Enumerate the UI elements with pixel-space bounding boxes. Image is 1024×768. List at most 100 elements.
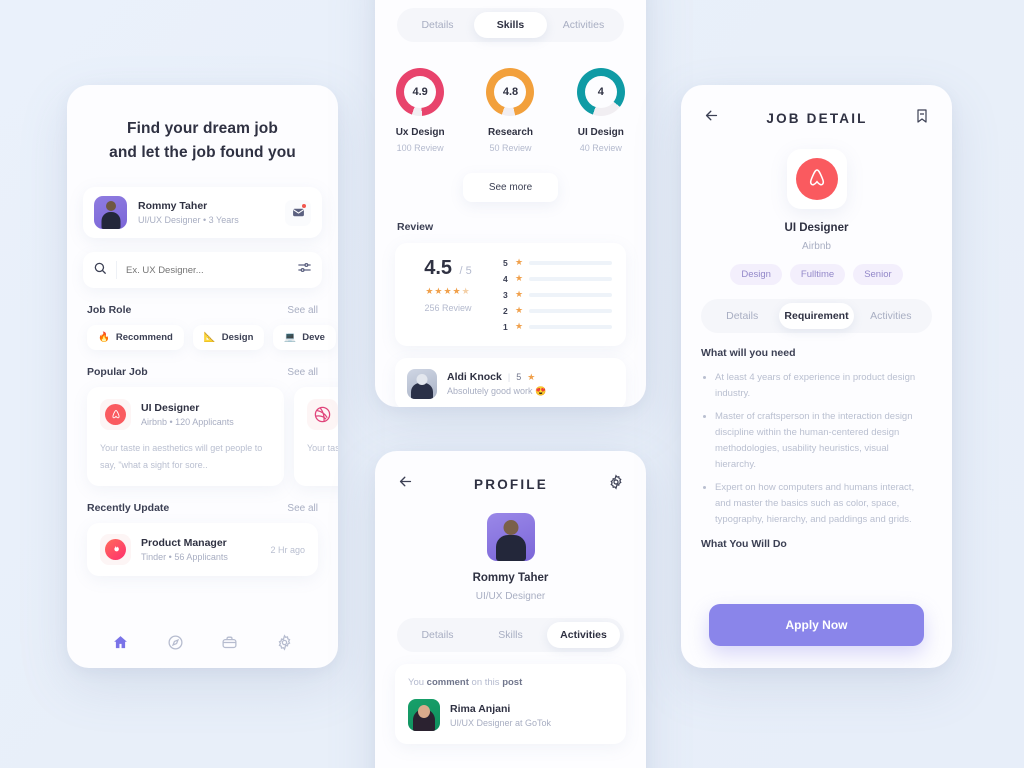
activity-line: You comment on this post <box>408 677 613 688</box>
job-detail-topbar: JOB DETAIL <box>681 85 952 129</box>
donut-reviews: 50 Review <box>489 143 532 153</box>
avatar <box>408 699 440 731</box>
tab-activities[interactable]: Activities <box>854 303 928 329</box>
see-more-button[interactable]: See more <box>462 173 559 202</box>
tab-details[interactable]: Details <box>705 303 779 329</box>
ruler-icon: 📐 <box>203 332 216 343</box>
back-arrow-icon[interactable] <box>397 473 414 495</box>
update-time: 2 Hr ago <box>270 544 305 555</box>
tag-fulltime[interactable]: Fulltime <box>789 264 846 285</box>
job-card-subtitle: Airbnb • 120 Applicants <box>141 417 234 427</box>
comment-separator: | <box>507 372 511 382</box>
bar-row: 2 ★ <box>503 305 612 316</box>
airbnb-logo <box>795 158 838 200</box>
search-bar[interactable] <box>83 252 322 288</box>
recently-update-heading: Recently Update <box>87 502 170 514</box>
tab-activities[interactable]: Activities <box>547 622 620 648</box>
tab-details[interactable]: Details <box>401 12 474 38</box>
tinder-logo <box>100 534 131 565</box>
popular-job-heading: Popular Job <box>87 366 148 378</box>
chip-label: Recommend <box>115 332 173 343</box>
job-company: Airbnb <box>802 241 831 252</box>
popular-job-list: UI Designer Airbnb • 120 Applicants Your… <box>87 387 338 486</box>
update-card-product-manager[interactable]: Product Manager Tinder • 56 Applicants 2… <box>87 523 318 576</box>
donut-ring: 4.8 <box>486 68 535 116</box>
tab-skills[interactable]: Skills <box>474 622 547 648</box>
bar-row: 3 ★ <box>503 289 612 300</box>
activity-object: post <box>502 677 523 688</box>
what-you-will-do-heading: What You Will Do <box>701 538 787 550</box>
profile-name: Rommy Taher <box>472 572 549 584</box>
recently-update-see-all[interactable]: See all <box>287 503 318 514</box>
bar-label: 2 <box>503 305 508 316</box>
tab-skills[interactable]: Skills <box>474 12 547 38</box>
job-tag-list: Design Fulltime Senior <box>681 264 952 285</box>
job-role-chip-list: 🔥 Recommend 📐 Design 💻 Deve <box>87 325 338 350</box>
gear-icon[interactable] <box>608 473 624 495</box>
star-icon: ★ <box>515 257 524 267</box>
job-role-see-all[interactable]: See all <box>287 305 318 316</box>
requirement-item: Expert on how computers and humans inter… <box>715 480 932 528</box>
bar-row: 4 ★ <box>503 273 612 284</box>
bottom-navigation <box>67 634 338 656</box>
update-title: Product Manager <box>141 537 227 549</box>
job-card-ui-designer[interactable]: UI Designer Airbnb • 120 Applicants Your… <box>87 387 284 486</box>
avatar <box>94 196 127 229</box>
bar-label: 5 <box>503 257 508 268</box>
requirements-heading: What will you need <box>701 347 796 359</box>
donut-reviews: 100 Review <box>396 143 444 153</box>
activity-card[interactable]: You comment on this post Rima Anjani UI/… <box>395 664 626 744</box>
profile-topbar: PROFILE <box>375 451 646 495</box>
what-you-will-do-text <box>715 559 932 575</box>
laptop-icon: 💻 <box>284 332 297 343</box>
comment-rating: 5 <box>516 372 522 382</box>
briefcase-icon[interactable] <box>221 634 238 656</box>
home-icon[interactable] <box>112 634 129 656</box>
scroll-fade-mask <box>681 580 952 606</box>
search-input[interactable] <box>126 264 288 276</box>
chip-design[interactable]: 📐 Design <box>192 325 265 350</box>
activity-action: comment <box>426 677 469 688</box>
airbnb-logo <box>100 399 131 430</box>
job-role-heading: Job Role <box>87 304 132 316</box>
job-detail-tabs: Details Requirement Activities <box>701 299 932 333</box>
skill-donut-group: 4.9 Ux Design 100 Review 4.8 Research 50… <box>375 68 646 153</box>
donut-value: 4.9 <box>404 76 437 108</box>
gear-icon[interactable] <box>276 634 293 656</box>
activity-middle: on this <box>468 677 503 688</box>
chip-recommend[interactable]: 🔥 Recommend <box>87 325 184 350</box>
compass-icon[interactable] <box>167 634 184 656</box>
hero-line-1: Find your dream job <box>127 120 278 137</box>
tag-design[interactable]: Design <box>730 264 782 285</box>
tab-activities[interactable]: Activities <box>547 12 620 38</box>
company-logo-box <box>786 149 847 209</box>
donut-research: 4.8 Research 50 Review <box>471 68 549 153</box>
job-card-dribbble[interactable]: Your tas… people t… <box>294 387 338 486</box>
dribbble-logo <box>307 399 338 430</box>
apply-now-button[interactable]: Apply Now <box>709 604 924 646</box>
donut-ring: 4.9 <box>396 68 445 116</box>
chip-label: Design <box>221 332 254 343</box>
mail-icon[interactable] <box>285 199 311 226</box>
filter-sliders-icon[interactable] <box>297 260 312 280</box>
profile-role: UI/UX Designer <box>475 591 546 602</box>
user-card[interactable]: Rommy Taher UI/UX Designer • 3 Years <box>83 187 322 238</box>
review-stars: ★★★★★ <box>425 286 471 296</box>
mail-badge-dot <box>302 203 306 208</box>
back-arrow-icon[interactable] <box>703 107 720 129</box>
fire-icon: 🔥 <box>98 332 110 343</box>
bookmark-icon[interactable] <box>914 108 930 129</box>
update-subtitle: Tinder • 56 Applicants <box>141 552 228 562</box>
comment-author: Aldi Knock <box>447 371 502 383</box>
job-role-title: UI Designer <box>784 222 849 234</box>
donut-ring: 4 <box>576 68 625 116</box>
popular-job-see-all[interactable]: See all <box>287 367 318 378</box>
search-divider <box>116 261 117 279</box>
review-score-block: 4.5 / 5 ★★★★★ 256 Review <box>409 257 487 332</box>
tab-requirement[interactable]: Requirement <box>779 303 854 329</box>
tag-senior[interactable]: Senior <box>853 264 903 285</box>
activity-user-subtitle: UI/UX Designer at GoTok <box>450 717 552 728</box>
chip-developer[interactable]: 💻 Deve <box>273 325 336 350</box>
star-icon: ★ <box>515 321 524 331</box>
tab-details[interactable]: Details <box>401 622 474 648</box>
